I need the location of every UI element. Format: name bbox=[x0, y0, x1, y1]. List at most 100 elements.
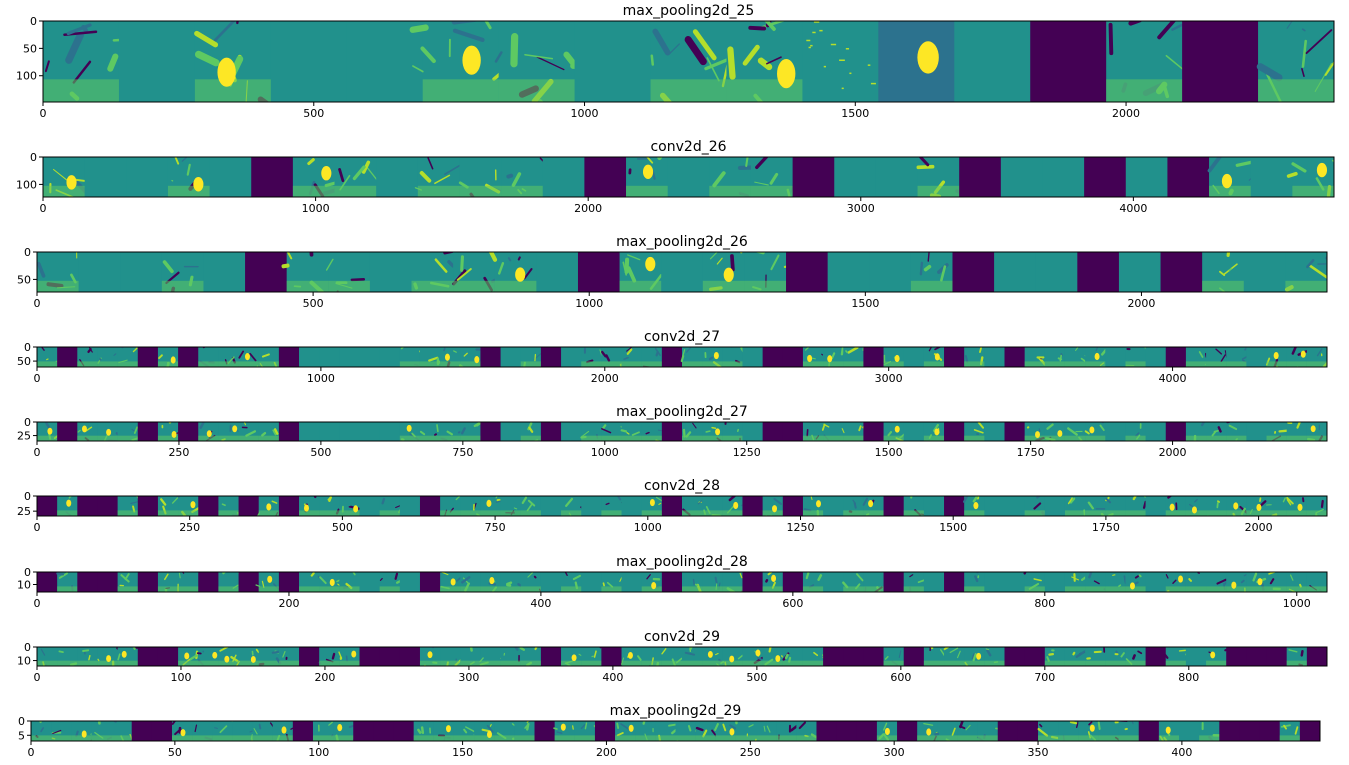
texture-stroke bbox=[650, 54, 654, 66]
feature-panel-flat bbox=[319, 422, 340, 441]
feature-panel-dark bbox=[353, 721, 374, 741]
texture-stroke bbox=[510, 33, 519, 68]
activation-hotspot bbox=[427, 651, 433, 659]
feature-panel-flat bbox=[379, 347, 401, 367]
texture-stroke bbox=[75, 730, 79, 738]
texture-stroke bbox=[765, 514, 768, 516]
texture-band bbox=[1105, 660, 1127, 666]
activation-hotspot bbox=[193, 177, 204, 192]
texture-band bbox=[744, 280, 787, 292]
texture-stroke bbox=[1326, 587, 1327, 589]
x-tick-label: 4000 bbox=[1119, 202, 1147, 215]
x-tick-label: 300 bbox=[884, 746, 905, 759]
activation-hotspot bbox=[755, 649, 761, 657]
x-tick-label: 0 bbox=[34, 597, 41, 610]
texture-stroke bbox=[1112, 574, 1116, 576]
texture-band bbox=[923, 361, 945, 367]
feature-panel-flat bbox=[542, 157, 585, 197]
texture-band bbox=[422, 79, 500, 102]
texture-stroke bbox=[840, 347, 845, 356]
texture-band bbox=[1206, 586, 1227, 592]
feature-panel-dark bbox=[37, 496, 58, 516]
texture-band bbox=[702, 435, 723, 441]
texture-stroke bbox=[985, 648, 990, 651]
subplot-title: max_pooling2d_29 bbox=[610, 703, 742, 719]
activation-hotspot bbox=[170, 356, 176, 364]
texture-band bbox=[117, 435, 139, 441]
subplot-conv2d_27: conv2d_27 0 1000 2000 3000 4000 050 bbox=[17, 329, 1328, 385]
feature-panel-dark bbox=[1306, 647, 1327, 666]
x-tick-label: 800 bbox=[1034, 597, 1055, 610]
x-tick-label: 750 bbox=[485, 521, 506, 534]
feature-panel-flat bbox=[118, 21, 196, 102]
texture-band bbox=[1226, 510, 1247, 516]
texture-stroke bbox=[261, 431, 267, 437]
texture-band bbox=[500, 586, 522, 592]
activation-hotspot bbox=[1273, 351, 1279, 360]
activation-hotspot bbox=[1089, 724, 1095, 732]
x-tick-label: 500 bbox=[303, 107, 324, 120]
activation-hotspot bbox=[515, 267, 526, 282]
texture-band bbox=[333, 735, 354, 741]
feature-panel-dark bbox=[863, 422, 885, 441]
texture-band bbox=[1058, 735, 1079, 741]
feature-panel-dark bbox=[540, 647, 562, 666]
texture-band bbox=[399, 435, 421, 441]
texture-band bbox=[1044, 660, 1066, 666]
feature-panel-dark bbox=[782, 496, 804, 516]
texture-band bbox=[883, 361, 905, 367]
feature-panel-dark bbox=[419, 572, 441, 592]
activation-speck bbox=[830, 43, 837, 46]
texture-band bbox=[520, 435, 542, 441]
texture-band bbox=[514, 735, 536, 741]
texture-stroke bbox=[345, 655, 348, 662]
activation-blob bbox=[917, 41, 939, 74]
texture-stroke bbox=[1142, 500, 1147, 509]
texture-band bbox=[923, 435, 945, 441]
texture-stroke bbox=[434, 433, 438, 436]
activation-hotspot bbox=[1256, 503, 1262, 512]
activation-hotspot bbox=[486, 730, 492, 739]
texture-stroke bbox=[1226, 252, 1231, 257]
texture-band bbox=[1064, 510, 1086, 516]
texture-band bbox=[802, 361, 824, 367]
texture-band bbox=[258, 435, 280, 441]
y-tick-label: 0 bbox=[30, 15, 37, 28]
texture-band bbox=[520, 660, 542, 666]
texture-stroke bbox=[1207, 515, 1209, 516]
feature-panel-flat bbox=[561, 347, 582, 367]
texture-stroke bbox=[436, 424, 439, 433]
activation-speck bbox=[839, 59, 845, 61]
activation-hotspot bbox=[351, 650, 357, 658]
subplot-title: max_pooling2d_27 bbox=[616, 404, 748, 420]
texture-band bbox=[1258, 79, 1334, 102]
subplot-max_pooling2d_27: max_pooling2d_270 250 500 750 1000 1250 1500 17… bbox=[17, 404, 1328, 459]
subplot-max_pooling2d_29: max_pooling2d_290 50 100 150 200 250 300 350 400… bbox=[18, 703, 1321, 759]
x-tick-label: 750 bbox=[452, 446, 473, 459]
activation-hotspot bbox=[1231, 581, 1237, 589]
texture-stroke bbox=[1069, 721, 1078, 725]
texture-band bbox=[1202, 280, 1245, 292]
feature-panel-flat bbox=[84, 157, 127, 197]
feature-panel-flat bbox=[561, 422, 582, 441]
feature-panel-dark bbox=[782, 422, 804, 441]
feature-panel-flat bbox=[379, 422, 401, 441]
texture-band bbox=[1292, 185, 1334, 197]
feature-panel-flat bbox=[376, 157, 419, 197]
texture-band bbox=[334, 185, 377, 197]
activation-hotspot bbox=[206, 430, 212, 438]
feature-panel-dark bbox=[37, 572, 58, 592]
x-tick-label: 0 bbox=[34, 671, 41, 684]
feature-panel-dark bbox=[198, 496, 220, 516]
feature-panel-dark bbox=[903, 647, 925, 666]
texture-stroke bbox=[381, 497, 386, 505]
x-tick-label: 500 bbox=[303, 297, 324, 310]
texture-band bbox=[520, 510, 542, 516]
x-tick-label: 1000 bbox=[1283, 597, 1311, 610]
activation-hotspot bbox=[66, 175, 77, 190]
texture-band bbox=[1306, 510, 1327, 516]
texture-band bbox=[601, 361, 623, 367]
texture-band bbox=[641, 510, 663, 516]
feature-panel-flat bbox=[875, 157, 919, 197]
feature-panel-flat bbox=[1250, 157, 1293, 197]
